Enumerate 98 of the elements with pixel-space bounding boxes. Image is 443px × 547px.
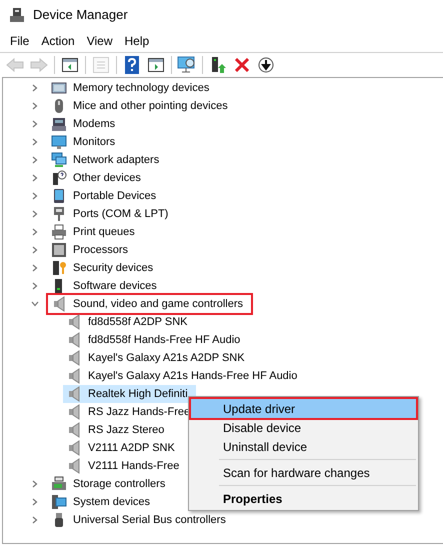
tree-item[interactable]: Universal Serial Bus controllers [48,511,234,529]
expand-chevron-icon[interactable] [31,174,39,182]
tablet-icon [51,188,67,204]
menu-item[interactable]: File [4,31,36,51]
tree-item-label: Mice and other pointing devices [73,98,228,114]
expand-chevron-icon[interactable] [31,480,39,488]
expand-chevron-icon[interactable] [31,498,39,506]
speaker-icon [66,332,82,348]
tree-item[interactable]: Memory technology devices [48,79,218,97]
network-icon [51,152,67,168]
tree-item-label: Kayel's Galaxy A21s Hands-Free HF Audio [88,368,298,384]
tree-item-label: Kayel's Galaxy A21s A2DP SNK [88,350,245,366]
speaker-icon [51,296,67,312]
tree-item[interactable]: Other devices [48,169,149,187]
tree-item[interactable]: Print queues [48,223,143,241]
speaker-icon [66,422,82,438]
collapse-chevron-icon[interactable] [31,300,39,308]
tree-item[interactable]: Network adapters [48,151,168,169]
tree-item-label: fd8d558f Hands-Free HF Audio [88,332,240,348]
tree-item-label: System devices [73,494,150,510]
tree-item[interactable]: V2111 A2DP SNK [63,439,183,457]
tree-item[interactable]: Processors [48,241,136,259]
tree-item-label: RS Jazz Hands-Free [88,404,190,420]
speaker-icon [66,458,82,474]
tree-item-label: Storage controllers [73,476,166,492]
tree-item-label: Processors [73,242,128,258]
tree-item[interactable]: Monitors [48,133,124,151]
tree-item-label: RS Jazz Stereo [88,422,164,438]
tree-item[interactable]: Kayel's Galaxy A21s A2DP SNK [63,349,253,367]
context-menu-item[interactable]: Scan for hardware changes [191,463,416,482]
expand-chevron-icon[interactable] [31,264,39,272]
tree-item-label: V2111 Hands-Free [88,458,180,474]
expand-chevron-icon[interactable] [31,156,39,164]
tree-item-label: V2111 A2DP SNK [88,440,175,456]
context-menu-item[interactable]: Properties [191,489,416,508]
tree-item[interactable]: Ports (COM & LPT) [48,205,176,223]
processor-icon [51,242,67,258]
expand-chevron-icon[interactable] [31,246,39,254]
tree-item[interactable]: System devices [48,493,158,511]
tree-item[interactable]: Kayel's Galaxy A21s Hands-Free HF Audio [63,367,306,385]
tree-item[interactable]: Security devices [48,259,162,277]
tree-item-label: Portable Devices [73,188,156,204]
expand-chevron-icon[interactable] [31,192,39,200]
expand-chevron-icon[interactable] [31,138,39,146]
tree-item-label: Memory technology devices [73,80,210,96]
computer-icon [51,494,67,510]
tree-item-label: Sound, video and game controllers [73,296,243,312]
context-menu-item[interactable]: Disable device [191,418,416,437]
tree-item-label: Monitors [73,134,116,150]
expand-chevron-icon[interactable] [31,516,39,524]
tree-item-label: Software devices [73,278,157,294]
monitor-icon [51,134,67,150]
tree-item[interactable]: Sound, video and game controllers [48,295,251,313]
modem-icon [51,116,67,132]
tree-item-label: fd8d558f A2DP SNK [88,314,188,330]
speaker-icon [66,350,82,366]
expand-chevron-icon[interactable] [31,282,39,290]
tree-item[interactable]: Mice and other pointing devices [48,97,236,115]
speaker-icon [66,368,82,384]
storage-icon [51,476,67,492]
expand-chevron-icon[interactable] [31,210,39,218]
tree-item-label: Realtek High Definiti [88,386,188,402]
tree-item[interactable]: V2111 Hands-Free [63,457,188,475]
device-key-icon [51,260,67,276]
printer-icon [51,224,67,240]
expand-chevron-icon[interactable] [31,120,39,128]
speaker-icon [66,314,82,330]
tree-item-label: Security devices [73,260,154,276]
expand-chevron-icon[interactable] [31,102,39,110]
expand-chevron-icon[interactable] [31,84,39,92]
tree-item[interactable]: Realtek High Definiti [63,385,196,403]
tree-item-label: Print queues [73,224,135,240]
tree-item[interactable]: Portable Devices [48,187,164,205]
tree-item-label: Other devices [73,170,141,186]
tree-item[interactable]: Modems [48,115,124,133]
context-menu-item[interactable]: Uninstall device [191,437,416,456]
menu-item[interactable]: View [80,31,118,51]
device-manager-icon [9,7,25,23]
port-icon [51,206,67,222]
expand-chevron-icon[interactable] [31,228,39,236]
tree-item[interactable]: fd8d558f Hands-Free HF Audio [63,331,248,349]
speaker-icon [66,386,82,402]
menu-item[interactable]: Help [118,31,156,51]
speaker-icon [66,404,82,420]
tree-item-label: Universal Serial Bus controllers [73,512,226,528]
tree-item[interactable]: fd8d558f A2DP SNK [63,313,196,331]
context-menu-item[interactable]: Update driver [191,399,416,418]
speaker-icon [66,440,82,456]
chip-icon [51,80,67,96]
tree-item[interactable]: Software devices [48,277,165,295]
tree-item[interactable]: RS Jazz Stereo [63,421,172,439]
tree-item-label: Modems [73,116,116,132]
tree-item[interactable]: Storage controllers [48,475,174,493]
device-question-icon [51,170,67,186]
tree-item-label: Network adapters [73,152,160,168]
tree-item-label: Ports (COM & LPT) [73,206,168,222]
menu-item[interactable]: Action [35,31,81,51]
window-title: Device Manager [33,6,128,24]
